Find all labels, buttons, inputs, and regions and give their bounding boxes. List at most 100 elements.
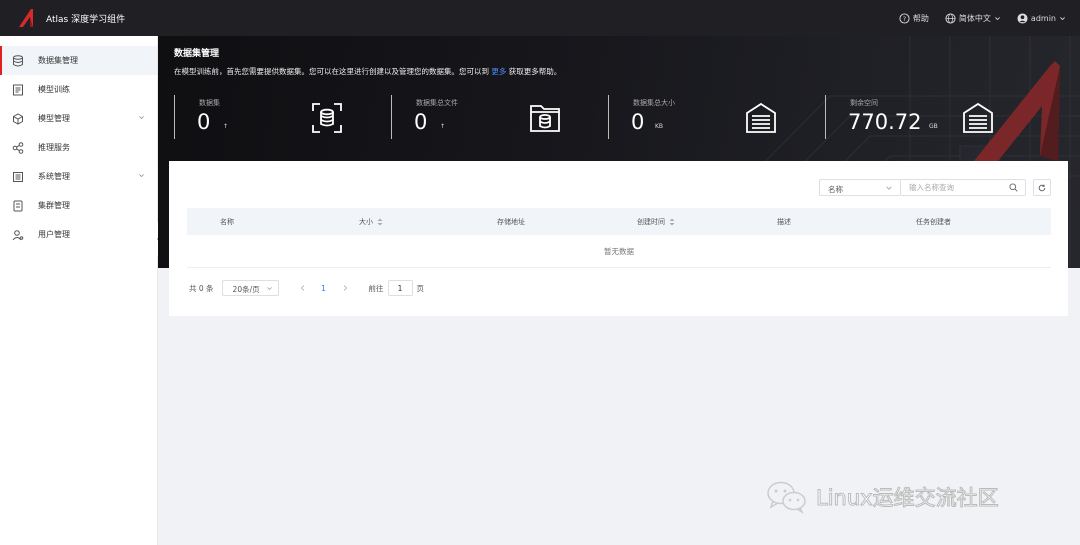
stat-value: 770.72 — [848, 110, 922, 134]
column-header-size[interactable]: 大小 — [359, 217, 383, 227]
sidebar-item-label: 模型管理 — [38, 114, 70, 123]
refresh-icon — [1038, 184, 1046, 191]
stat-label: 数据集 — [199, 99, 220, 107]
watermark-text: Linux运维交流社区 — [816, 486, 1000, 511]
atlas-logo-icon — [19, 9, 33, 27]
search-field-value: 名称 — [828, 185, 843, 194]
cube-icon — [12, 112, 24, 125]
sidebar: 数据集管理 模型训练 模型管理 推理服务 系统管理 集群管理 用户管理 — [0, 36, 158, 545]
help-link[interactable]: ? 帮助 — [899, 12, 929, 24]
chevron-left-icon — [300, 285, 304, 291]
chevron-down-icon — [1060, 16, 1065, 20]
language-label: 简体中文 — [958, 13, 991, 23]
prev-page-button[interactable] — [295, 280, 311, 296]
app-title: Atlas 深度学习组件 — [46, 14, 126, 25]
column-label: 名称 — [220, 218, 234, 226]
sidebar-item-label: 系统管理 — [38, 172, 70, 181]
search-icon[interactable] — [1009, 183, 1018, 192]
pagination: 共 0 条 20条/页 1 前往 页 — [189, 279, 424, 297]
folder-database-icon — [530, 105, 560, 132]
description-text: 获取更多帮助。 — [508, 67, 562, 76]
chevron-down-icon — [995, 16, 1000, 20]
column-label: 大小 — [359, 218, 373, 226]
sidebar-item-label: 模型训练 — [38, 85, 70, 94]
chevron-down-icon — [886, 186, 892, 190]
stat-unit: GB — [929, 123, 938, 130]
sidebar-item-label: 数据集管理 — [38, 56, 78, 65]
page-size-select[interactable]: 20条/页 — [221, 280, 279, 296]
goto-page-input[interactable] — [387, 280, 413, 296]
stat-unit: KB — [655, 123, 664, 130]
help-label: 帮助 — [912, 13, 929, 23]
help-icon: ? — [899, 12, 910, 24]
more-help-link[interactable]: 更多 — [491, 67, 506, 76]
dataset-list-card: 名称 名称 大小 存储地址 创建时间 描述 任务创建者 暂无数据 共 0 条 2… — [169, 161, 1068, 316]
warehouse-icon — [963, 102, 993, 133]
column-header-created[interactable]: 创建时间 — [637, 217, 675, 227]
table-header: 名称 大小 存储地址 创建时间 描述 任务创建者 — [187, 208, 1051, 235]
sidebar-item-training[interactable]: 模型训练 — [0, 75, 157, 104]
sidebar-item-users[interactable]: 用户管理 — [0, 220, 157, 249]
total-count: 共 0 条 — [189, 283, 214, 293]
page-description: 在模型训练前，首先您需要提供数据集。您可以在这里进行创建以及管理您的数据集。您可… — [174, 66, 561, 77]
column-header-name[interactable]: 名称 — [220, 217, 234, 227]
description-text: 在模型训练前，首先您需要提供数据集。您可以在这里进行创建以及管理您的数据集。您可… — [174, 67, 489, 76]
watermark: Linux运维交流社区 — [766, 480, 999, 514]
sidebar-item-models[interactable]: 模型管理 — [0, 104, 157, 133]
sort-icon[interactable] — [669, 218, 675, 226]
page-jumper: 前往 页 — [369, 280, 425, 296]
page-number-current[interactable]: 1 — [316, 284, 332, 293]
chevron-down-icon — [139, 116, 144, 120]
stat-dataset-count: 数据集 0 ↑ — [174, 95, 374, 139]
sidebar-item-inference[interactable]: 推理服务 — [0, 133, 157, 162]
column-label: 创建时间 — [637, 218, 665, 226]
column-label: 任务创建者 — [916, 218, 951, 226]
sidebar-item-label: 用户管理 — [38, 230, 70, 239]
stat-total-size: 数据集总大小 0 KB — [608, 95, 808, 139]
server-icon — [12, 200, 24, 212]
stat-unit: ↑ — [223, 123, 229, 130]
stat-total-files: 数据集总文件 0 ↑ — [391, 95, 591, 139]
empty-state: 暂无数据 — [187, 235, 1051, 268]
top-bar: Atlas 深度学习组件 ? 帮助 简体中文 admin — [0, 0, 1080, 36]
stat-label: 数据集总文件 — [416, 99, 458, 107]
dataset-scan-icon — [312, 103, 342, 133]
sidebar-item-dataset[interactable]: 数据集管理 — [0, 46, 157, 75]
user-name: admin — [1030, 13, 1056, 23]
page-size-value: 20条/页 — [232, 285, 260, 294]
globe-icon — [945, 12, 956, 24]
next-page-button[interactable] — [337, 280, 353, 296]
language-select[interactable]: 简体中文 — [945, 12, 1001, 24]
refresh-button[interactable] — [1033, 179, 1051, 196]
sidebar-item-cluster[interactable]: 集群管理 — [0, 191, 157, 220]
sidebar-item-system[interactable]: 系统管理 — [0, 162, 157, 191]
search-field-select[interactable]: 名称 — [819, 179, 901, 196]
warehouse-icon — [746, 102, 776, 133]
stat-label: 数据集总大小 — [633, 99, 675, 107]
column-header-creator[interactable]: 任务创建者 — [916, 217, 951, 227]
database-icon — [12, 54, 24, 67]
user-menu[interactable]: admin — [1017, 12, 1066, 24]
sidebar-item-label: 推理服务 — [38, 143, 70, 152]
column-label: 描述 — [777, 218, 791, 226]
settings-list-icon — [12, 171, 24, 183]
column-header-description[interactable]: 描述 — [777, 217, 791, 227]
page-title: 数据集管理 — [174, 49, 220, 59]
avatar-icon — [1017, 12, 1028, 24]
svg-text:?: ? — [903, 14, 906, 22]
chevron-down-icon — [266, 287, 272, 291]
document-icon — [12, 84, 24, 96]
app-logo[interactable]: Atlas 深度学习组件 — [18, 8, 125, 28]
dataset-table: 名称 大小 存储地址 创建时间 描述 任务创建者 暂无数据 — [187, 208, 1051, 268]
share-icon — [12, 141, 24, 154]
sort-icon[interactable] — [377, 218, 383, 226]
sidebar-item-label: 集群管理 — [38, 201, 70, 210]
stat-free-space: 剩余空间 770.72 GB — [825, 95, 1025, 139]
stat-value: 0 — [631, 110, 645, 134]
goto-suffix: 页 — [416, 283, 425, 293]
column-label: 存储地址 — [497, 218, 525, 226]
search-input[interactable] — [901, 179, 1026, 196]
column-header-storage[interactable]: 存储地址 — [497, 217, 525, 227]
wechat-icon — [767, 481, 806, 514]
chevron-down-icon — [139, 174, 144, 178]
